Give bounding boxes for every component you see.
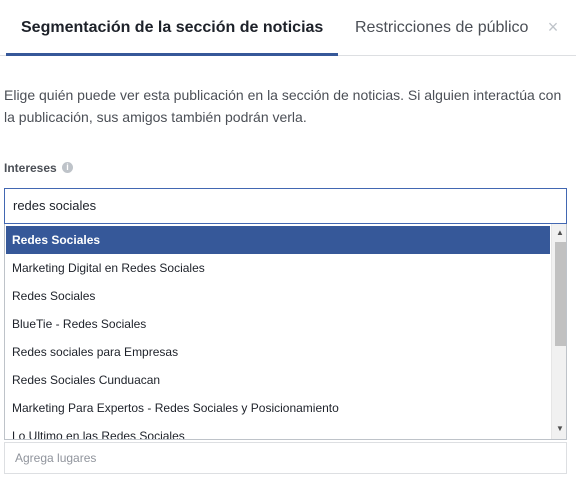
info-icon[interactable]: i	[62, 162, 73, 173]
suggestions-dropdown: Redes Sociales Marketing Digital en Rede…	[4, 224, 567, 440]
interests-search-input[interactable]: redes sociales	[4, 188, 567, 224]
tab-audience-restrictions[interactable]: Restricciones de público	[355, 0, 528, 56]
interests-label: Intereses	[4, 161, 57, 175]
scrollbar-thumb[interactable]	[555, 242, 566, 346]
suggestion-item[interactable]: Redes Sociales	[6, 282, 550, 310]
tab-bar: Segmentación de la sección de noticias R…	[0, 0, 576, 56]
suggestion-item[interactable]: Redes sociales para Empresas	[6, 338, 550, 366]
places-input[interactable]: Agrega lugares	[4, 442, 567, 474]
suggestion-item[interactable]: BlueTie - Redes Sociales	[6, 310, 550, 338]
scroll-down-arrow-icon[interactable]: ▼	[552, 422, 566, 436]
suggestion-item[interactable]: Lo Ultimo en las Redes Sociales	[6, 422, 550, 439]
dropdown-scrollbar[interactable]: ▲ ▼	[551, 224, 566, 439]
suggestion-item[interactable]: Redes Sociales	[6, 226, 550, 254]
suggestion-item[interactable]: Redes Sociales Cunduacan	[6, 366, 550, 394]
close-icon[interactable]: ×	[546, 17, 560, 37]
suggestion-item[interactable]: Marketing Para Expertos - Redes Sociales…	[6, 394, 550, 422]
suggestion-item[interactable]: Marketing Digital en Redes Sociales	[6, 254, 550, 282]
description-text: Elige quién puede ver esta publicación e…	[4, 87, 562, 125]
scroll-up-arrow-icon[interactable]: ▲	[552, 226, 566, 240]
tab-news-feed-targeting[interactable]: Segmentación de la sección de noticias	[6, 0, 338, 56]
